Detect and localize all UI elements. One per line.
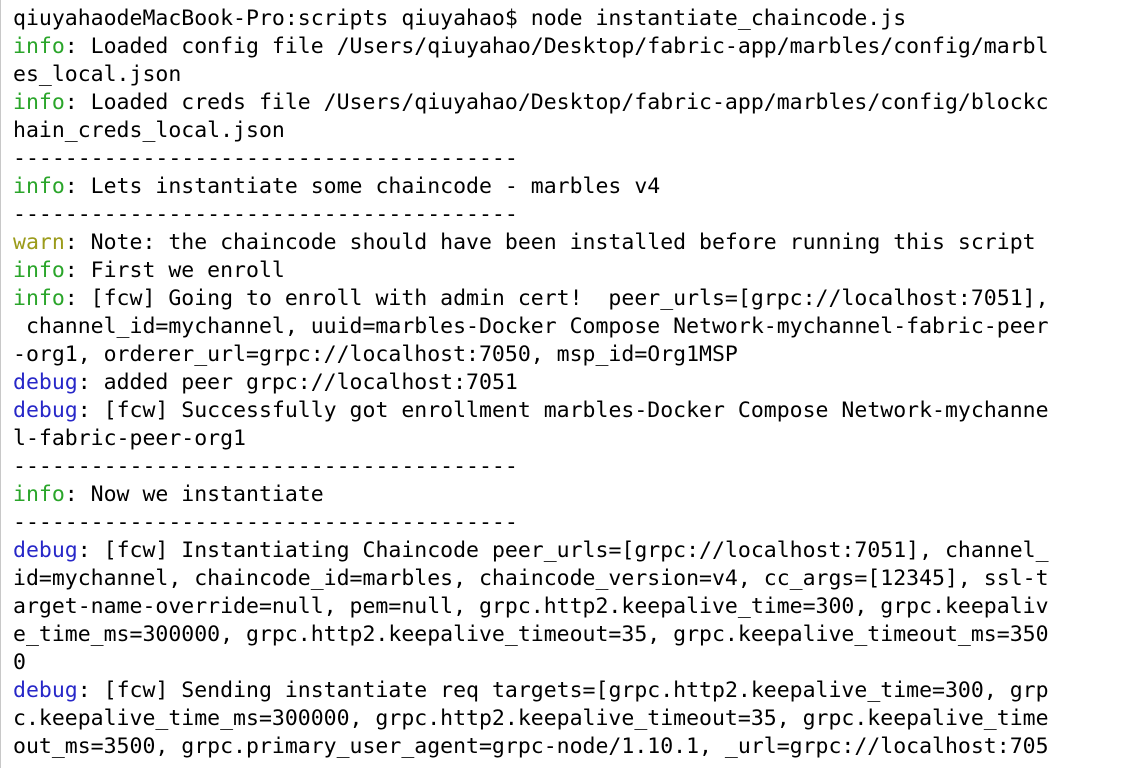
log-message: : added peer grpc://localhost:7051 <box>77 370 518 395</box>
terminal-line: --------------------------------------- <box>13 509 1049 537</box>
terminal-line: debug: added peer grpc://localhost:7051 <box>13 369 1049 397</box>
terminal-line: info: Loaded config file /Users/qiuyahao… <box>13 33 1049 61</box>
terminal-line: debug: [fcw] Successfully got enrollment… <box>13 397 1049 425</box>
log-message: : Note: the chaincode should have been i… <box>64 230 1036 255</box>
terminal-line: --------------------------------------- <box>13 145 1049 173</box>
log-level-label: info <box>13 482 65 507</box>
log-message: es_local.json <box>13 62 182 87</box>
log-message: : [fcw] Instantiating Chaincode peer_url… <box>77 538 1049 563</box>
log-level-label: info <box>13 286 65 311</box>
log-message: : Loaded creds file /Users/qiuyahao/Desk… <box>64 90 1049 115</box>
log-message: qiuyahaodeMacBook-Pro:scripts qiuyahao$ … <box>13 6 907 31</box>
terminal-line: info: First we enroll <box>13 257 1049 285</box>
log-message: channel_id=mychannel, uuid=marbles-Docke… <box>13 314 1049 339</box>
terminal-line: --------------------------------------- <box>13 201 1049 229</box>
log-message: : [fcw] Going to enroll with admin cert!… <box>64 286 1049 311</box>
log-level-label: debug <box>13 678 78 703</box>
log-level-label: debug <box>13 538 78 563</box>
terminal-line: info: Now we instantiate <box>13 481 1049 509</box>
terminal-line: channel_id=mychannel, uuid=marbles-Docke… <box>13 313 1049 341</box>
terminal-line: hain_creds_local.json <box>13 117 1049 145</box>
log-level-label: debug <box>13 398 78 423</box>
terminal-output: qiuyahaodeMacBook-Pro:scripts qiuyahao$ … <box>13 5 1049 761</box>
log-level-label: warn <box>13 230 65 255</box>
terminal-line: c.keepalive_time_ms=300000, grpc.http2.k… <box>13 705 1049 733</box>
log-message: --------------------------------------- <box>13 454 518 479</box>
log-message: : Now we instantiate <box>64 482 324 507</box>
log-level-label: info <box>13 258 65 283</box>
log-message: out_ms=3500, grpc.primary_user_agent=grp… <box>13 734 1049 759</box>
log-level-label: info <box>13 174 65 199</box>
terminal-line: info: [fcw] Going to enroll with admin c… <box>13 285 1049 313</box>
terminal-line: out_ms=3500, grpc.primary_user_agent=grp… <box>13 733 1049 761</box>
terminal-line: qiuyahaodeMacBook-Pro:scripts qiuyahao$ … <box>13 5 1049 33</box>
terminal-line: arget-name-override=null, pem=null, grpc… <box>13 593 1049 621</box>
log-message: : [fcw] Successfully got enrollment marb… <box>77 398 1049 423</box>
terminal-line: es_local.json <box>13 61 1049 89</box>
log-message: --------------------------------------- <box>13 146 518 171</box>
log-level-label: info <box>13 90 65 115</box>
log-message: --------------------------------------- <box>13 510 518 535</box>
terminal-line: l-fabric-peer-org1 <box>13 425 1049 453</box>
log-message: hain_creds_local.json <box>13 118 285 143</box>
log-message: --------------------------------------- <box>13 202 518 227</box>
log-message: : First we enroll <box>64 258 285 283</box>
log-message: c.keepalive_time_ms=300000, grpc.http2.k… <box>13 706 1049 731</box>
terminal-window[interactable]: qiuyahaodeMacBook-Pro:scripts qiuyahao$ … <box>0 0 1140 768</box>
terminal-line: 0 <box>13 649 1049 677</box>
log-message: arget-name-override=null, pem=null, grpc… <box>13 594 1049 619</box>
terminal-line: e_time_ms=300000, grpc.http2.keepalive_t… <box>13 621 1049 649</box>
log-message: : [fcw] Sending instantiate req targets=… <box>77 678 1049 703</box>
log-message: 0 <box>13 650 26 675</box>
terminal-line: debug: [fcw] Instantiating Chaincode pee… <box>13 537 1049 565</box>
terminal-line: debug: [fcw] Sending instantiate req tar… <box>13 677 1049 705</box>
log-message: l-fabric-peer-org1 <box>13 426 246 451</box>
log-message: id=mychannel, chaincode_id=marbles, chai… <box>13 566 1049 591</box>
log-message: : Lets instantiate some chaincode - marb… <box>64 174 661 199</box>
log-message: e_time_ms=300000, grpc.http2.keepalive_t… <box>13 622 1049 647</box>
terminal-line: warn: Note: the chaincode should have be… <box>13 229 1049 257</box>
terminal-line: info: Loaded creds file /Users/qiuyahao/… <box>13 89 1049 117</box>
terminal-line: --------------------------------------- <box>13 453 1049 481</box>
terminal-line: id=mychannel, chaincode_id=marbles, chai… <box>13 565 1049 593</box>
terminal-line: info: Lets instantiate some chaincode - … <box>13 173 1049 201</box>
log-level-label: info <box>13 34 65 59</box>
terminal-line: -org1, orderer_url=grpc://localhost:7050… <box>13 341 1049 369</box>
log-message: : Loaded config file /Users/qiuyahao/Des… <box>64 34 1049 59</box>
log-level-label: debug <box>13 370 78 395</box>
log-message: -org1, orderer_url=grpc://localhost:7050… <box>13 342 738 367</box>
